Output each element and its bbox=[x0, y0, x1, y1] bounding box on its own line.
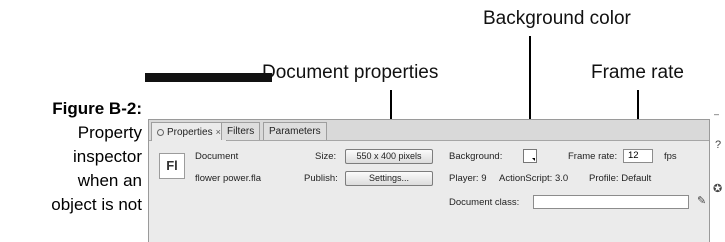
panel-menu-icon[interactable]: – bbox=[714, 109, 719, 119]
publish-label: Publish: bbox=[304, 173, 338, 184]
figure-caption: Figure B-2: Property inspector when an o… bbox=[0, 97, 142, 217]
tab-bar: Properties × Filters Parameters bbox=[149, 120, 709, 141]
document-class-label: Document class: bbox=[449, 197, 520, 208]
caption-line-3: when an bbox=[77, 171, 142, 190]
caption-rule bbox=[145, 73, 272, 82]
document-class-input[interactable] bbox=[533, 195, 689, 209]
tab-properties-label: Properties bbox=[167, 127, 213, 138]
caption-line-2: inspector bbox=[73, 147, 142, 166]
flash-document-icon: Fl bbox=[159, 153, 185, 179]
callout-background-color: Background color bbox=[483, 8, 631, 29]
caption-line-1: Property bbox=[77, 123, 142, 142]
pencil-icon[interactable]: ✎ bbox=[697, 194, 706, 207]
help-icon[interactable]: ? bbox=[715, 139, 721, 151]
tab-parameters[interactable]: Parameters bbox=[263, 122, 327, 140]
tab-properties[interactable]: Properties × bbox=[151, 122, 227, 141]
tab-filters[interactable]: Filters bbox=[221, 122, 261, 140]
target-icon[interactable]: ✪ bbox=[713, 182, 722, 195]
publish-settings-button[interactable]: Settings... bbox=[345, 171, 433, 186]
size-label: Size: bbox=[315, 151, 337, 162]
file-name: flower power.fla bbox=[195, 173, 262, 184]
actionscript-version: ActionScript: 3.0 bbox=[499, 173, 569, 184]
fps-label: fps bbox=[664, 151, 677, 162]
caption-line-4: object is not bbox=[51, 195, 142, 214]
property-inspector-panel: Properties × Filters Parameters Fl Docume… bbox=[148, 119, 710, 242]
tab-parameters-label: Parameters bbox=[269, 126, 321, 137]
profile-label[interactable]: Profile: Default bbox=[589, 173, 651, 184]
background-color-swatch[interactable] bbox=[523, 149, 537, 163]
background-label: Background: bbox=[449, 151, 503, 162]
size-button[interactable]: 550 x 400 pixels bbox=[345, 149, 433, 164]
callout-document-properties: Document properties bbox=[262, 62, 439, 83]
frame-rate-label: Frame rate: bbox=[568, 151, 618, 162]
frame-rate-input[interactable]: 12 bbox=[623, 149, 653, 163]
tab-filters-label: Filters bbox=[227, 126, 255, 137]
document-type-label: Document bbox=[195, 151, 239, 162]
dropdown-arrow-icon bbox=[532, 158, 535, 161]
callout-frame-rate: Frame rate bbox=[591, 62, 684, 83]
player-version: Player: 9 bbox=[449, 173, 487, 184]
figure-label: Figure B-2: bbox=[52, 99, 142, 118]
panel-grip-icon bbox=[157, 128, 164, 136]
